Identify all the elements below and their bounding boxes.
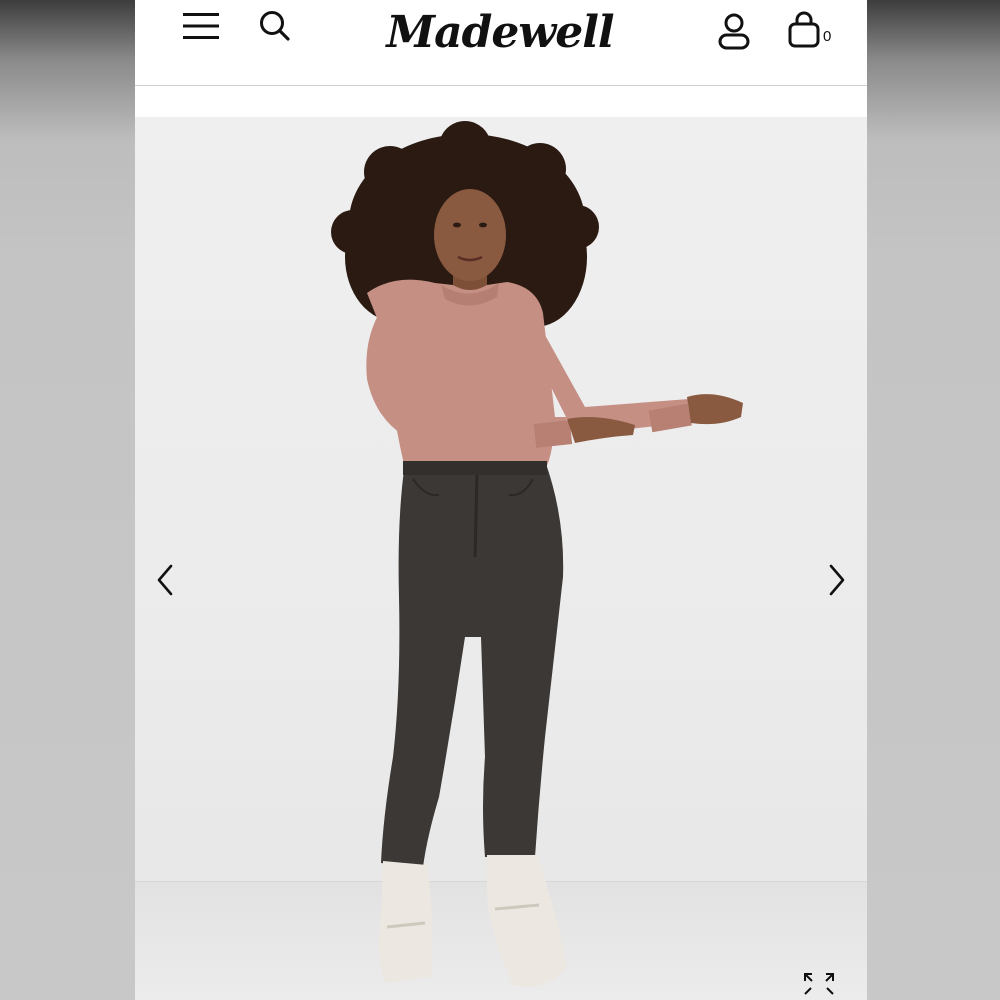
account-button[interactable] (712, 10, 756, 54)
expand-icon (804, 973, 834, 995)
product-image-gallery[interactable] (135, 117, 867, 1000)
next-image-button[interactable] (817, 555, 857, 605)
search-icon (260, 11, 290, 41)
shopping-bag-button[interactable]: 0 (785, 10, 839, 54)
hamburger-menu-icon (183, 13, 219, 39)
right-sneaker (487, 855, 567, 987)
chevron-right-icon (829, 564, 845, 596)
menu-button[interactable] (179, 6, 223, 46)
account-icon (718, 13, 750, 50)
expand-image-button[interactable] (799, 972, 839, 1000)
logo-text: Madewell (386, 6, 614, 58)
chevron-left-icon (157, 564, 173, 596)
face (434, 189, 506, 281)
shopping-bag-icon (788, 11, 820, 48)
bag-count: 0 (823, 28, 832, 45)
site-header: Madewell 0 (135, 0, 867, 86)
previous-image-button[interactable] (145, 555, 185, 605)
mobile-page: Madewell 0 (135, 0, 867, 1000)
search-button[interactable] (255, 6, 295, 46)
jeans (381, 461, 564, 867)
madewell-logo[interactable]: Madewell (380, 2, 620, 62)
header-subbar (135, 86, 867, 117)
product-photo-model (331, 121, 743, 987)
